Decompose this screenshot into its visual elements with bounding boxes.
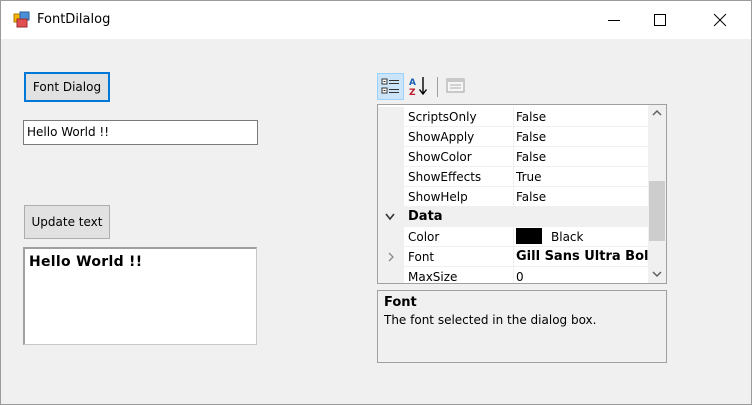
rich-text-box[interactable]: Hello World !! bbox=[23, 247, 257, 345]
window-title: FontDilalog bbox=[37, 12, 111, 27]
app-window: FontDilalog Font Dialog Hello World !! U… bbox=[0, 0, 752, 405]
property-value[interactable]: False bbox=[516, 127, 648, 147]
property-row[interactable]: ShowEffects True bbox=[378, 167, 648, 187]
minimize-button[interactable] bbox=[591, 1, 637, 39]
property-row[interactable]: Color Black bbox=[378, 227, 648, 247]
property-grid[interactable]: ScriptsOnly False ShowApply False ShowCo… bbox=[377, 104, 667, 284]
text-input[interactable]: Hello World !! bbox=[23, 120, 258, 145]
property-row[interactable]: ShowApply False bbox=[378, 127, 648, 147]
property-pages-button[interactable] bbox=[443, 73, 470, 100]
categorized-button[interactable] bbox=[377, 73, 404, 100]
property-name: ShowApply bbox=[408, 130, 475, 144]
chevron-down-icon bbox=[652, 271, 662, 278]
maximize-icon bbox=[654, 14, 666, 26]
property-value[interactable]: True bbox=[516, 167, 648, 187]
font-dialog-button[interactable]: Font Dialog bbox=[24, 72, 110, 102]
svg-text:Z: Z bbox=[409, 88, 416, 98]
property-value[interactable]: 0 bbox=[516, 267, 648, 283]
category-label: Data bbox=[408, 209, 443, 224]
scroll-up-button[interactable] bbox=[648, 105, 666, 122]
minimize-icon bbox=[608, 20, 620, 21]
property-row[interactable]: ScriptsOnly False bbox=[378, 107, 648, 127]
chevron-down-icon[interactable] bbox=[384, 212, 396, 222]
color-swatch bbox=[516, 228, 542, 244]
property-description-panel: Font The font selected in the dialog box… bbox=[377, 290, 667, 363]
property-name: ShowHelp bbox=[408, 190, 468, 204]
vertical-scrollbar[interactable] bbox=[648, 105, 666, 283]
scrollbar-thumb[interactable] bbox=[649, 181, 665, 241]
property-value[interactable]: False bbox=[516, 107, 648, 127]
property-name: ShowEffects bbox=[408, 170, 482, 184]
property-name: ScriptsOnly bbox=[408, 110, 477, 124]
property-value[interactable]: False bbox=[516, 147, 648, 167]
close-icon bbox=[713, 13, 727, 27]
property-name: Color bbox=[408, 230, 440, 244]
description-text: The font selected in the dialog box. bbox=[384, 313, 597, 327]
chevron-up-icon bbox=[652, 109, 662, 116]
description-title: Font bbox=[384, 295, 417, 310]
scroll-down-button[interactable] bbox=[648, 266, 666, 283]
toolbar-separator bbox=[437, 77, 438, 97]
property-value[interactable]: Black bbox=[516, 227, 648, 247]
property-row[interactable]: ShowHelp False bbox=[378, 187, 648, 207]
property-name: ShowColor bbox=[408, 150, 472, 164]
title-bar[interactable]: FontDilalog bbox=[1, 1, 751, 39]
property-row[interactable]: ShowColor False bbox=[378, 147, 648, 167]
categorized-icon bbox=[381, 78, 399, 94]
close-button[interactable] bbox=[697, 1, 743, 39]
update-text-button[interactable]: Update text bbox=[24, 205, 110, 239]
property-row[interactable]: Font Gill Sans Ultra Bold bbox=[378, 247, 648, 267]
svg-text:A: A bbox=[409, 78, 416, 88]
property-value[interactable]: False bbox=[516, 187, 648, 207]
color-name: Black bbox=[551, 230, 584, 244]
property-name: MaxSize bbox=[408, 270, 458, 284]
sort-alphabetical-icon: A Z bbox=[409, 77, 428, 98]
category-row-data[interactable]: Data bbox=[378, 207, 648, 227]
chevron-right-icon[interactable] bbox=[386, 252, 396, 262]
property-row[interactable]: MaxSize 0 bbox=[378, 267, 648, 284]
alphabetical-button[interactable]: A Z bbox=[406, 73, 433, 100]
maximize-button[interactable] bbox=[637, 1, 683, 39]
property-value[interactable]: Gill Sans Ultra Bold bbox=[516, 247, 648, 267]
property-grid-toolbar: A Z bbox=[377, 73, 469, 101]
property-name: Font bbox=[408, 250, 435, 264]
property-pages-icon bbox=[446, 78, 465, 93]
app-icon bbox=[13, 11, 31, 29]
